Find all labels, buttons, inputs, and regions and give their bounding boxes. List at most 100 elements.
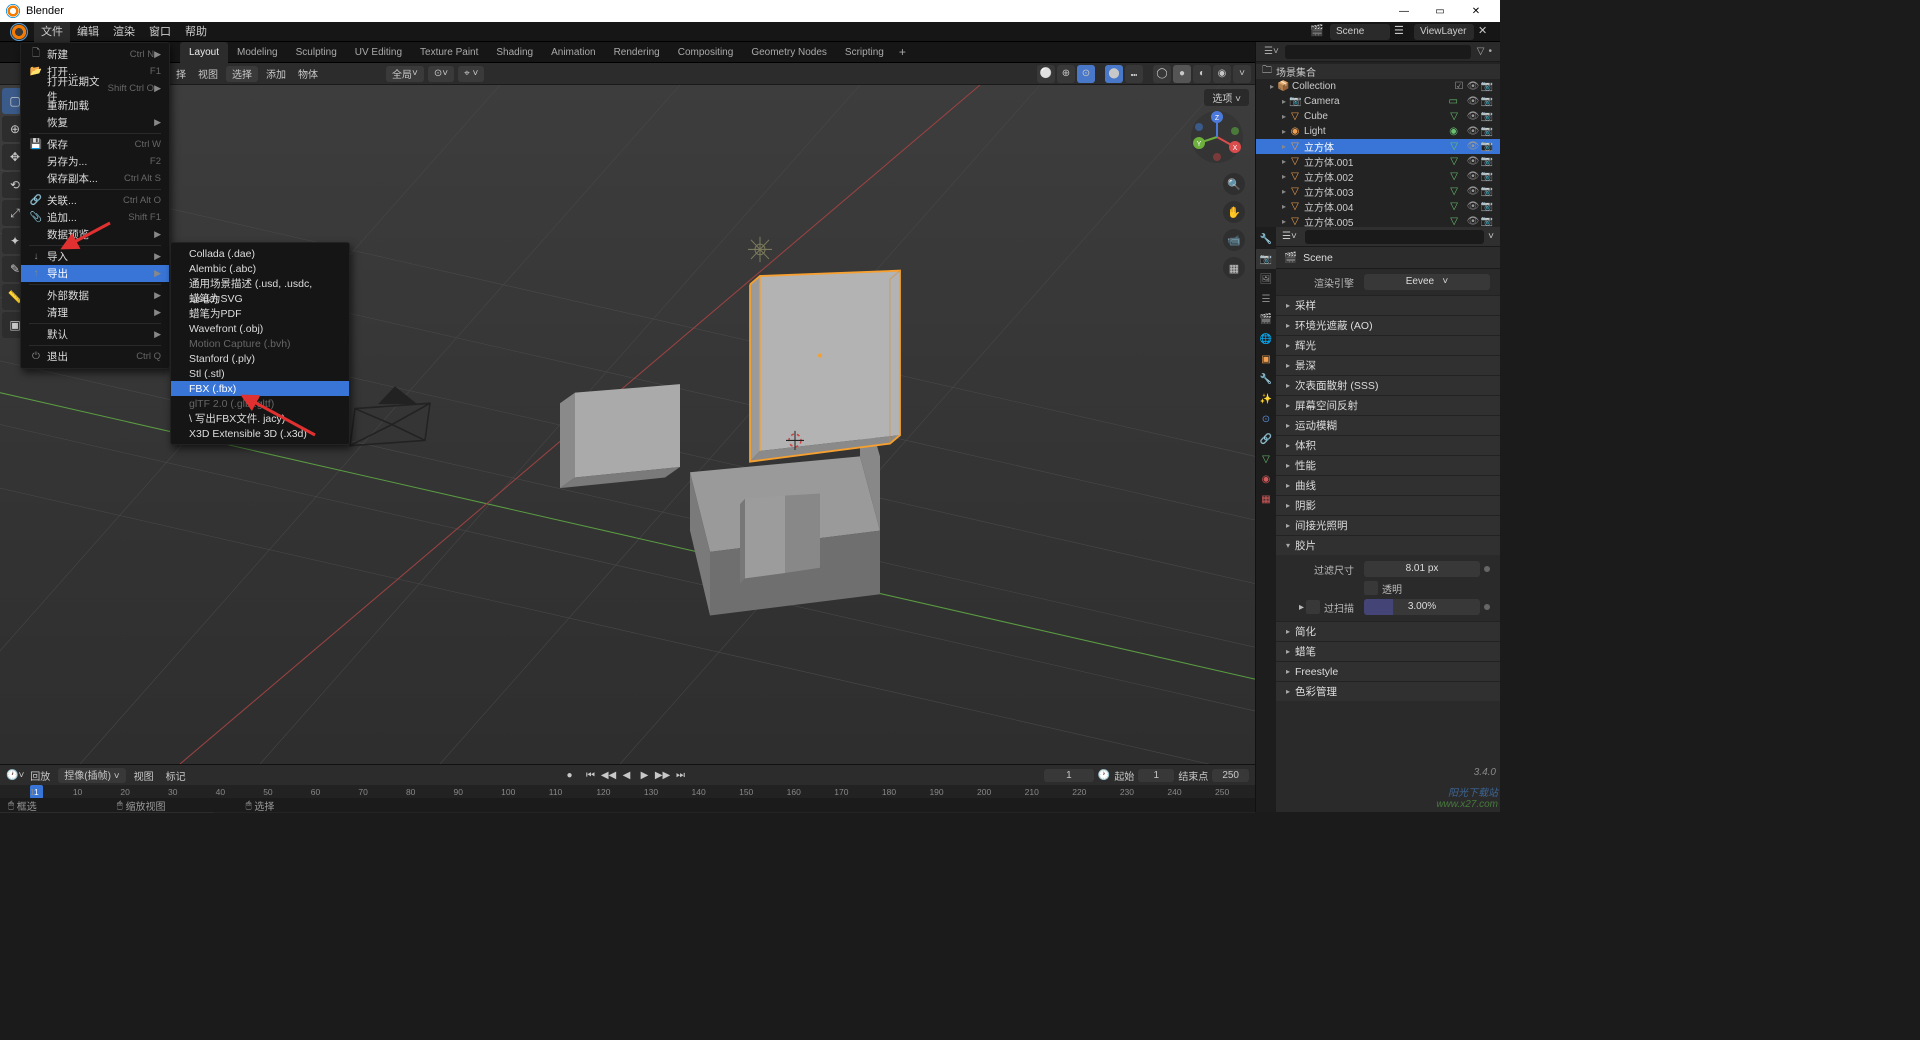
menu-help[interactable]: 帮助 <box>178 22 214 42</box>
ptab-tool[interactable]: 🔧 <box>1256 229 1276 249</box>
ptab-viewlayer[interactable]: ☰ <box>1256 289 1276 309</box>
tab-shading[interactable]: Shading <box>487 42 542 63</box>
menu-render[interactable]: 渲染 <box>106 22 142 42</box>
jump-end[interactable]: ⏭ <box>673 770 689 781</box>
ptab-output[interactable]: 🖼 <box>1256 269 1276 289</box>
props-pin-icon[interactable]: ˅ <box>1488 231 1494 242</box>
outliner-row[interactable]: ▸📷Camera▭👁📷 <box>1256 94 1500 109</box>
tab-compositing[interactable]: Compositing <box>669 42 743 63</box>
file-menu-item[interactable]: 恢复▶ <box>21 114 169 131</box>
export-menu-item[interactable]: Collada (.dae) <box>171 246 349 261</box>
menu-file[interactable]: 文件 <box>34 22 70 42</box>
ptab-texture[interactable]: ▦ <box>1256 489 1276 509</box>
shade-rendered[interactable]: ◉ <box>1213 65 1231 83</box>
hdr-select[interactable]: 选择 <box>226 66 258 82</box>
outliner-type-icon[interactable]: ☰˅ <box>1264 46 1279 57</box>
overscan-value[interactable]: 3.00% <box>1364 599 1480 615</box>
play-rev[interactable]: ◀ <box>619 770 635 781</box>
export-menu-item[interactable]: X3D Extensible 3D (.x3d) <box>171 426 349 441</box>
file-menu-item[interactable]: ⏻退出Ctrl Q <box>21 348 169 365</box>
viewlayer-field[interactable]: ViewLayer <box>1414 24 1474 40</box>
hdr-view[interactable]: 视图 <box>192 66 224 81</box>
panel-header[interactable]: ▸运动模糊 <box>1276 416 1500 435</box>
file-menu-item[interactable]: 重新加载 <box>21 97 169 114</box>
frame-current[interactable]: 1 <box>1044 769 1094 782</box>
panel-header[interactable]: ▸体积 <box>1276 436 1500 455</box>
outliner-row[interactable]: ▸▽立方体.004▽👁📷 <box>1256 199 1500 214</box>
ptab-constraint[interactable]: 🔗 <box>1256 429 1276 449</box>
tab-scripting[interactable]: Scripting <box>836 42 893 63</box>
props-type-icon[interactable]: ☰˅ <box>1282 231 1297 242</box>
outliner-row[interactable]: ▸▽立方体.002▽👁📷 <box>1256 169 1500 184</box>
panel-header[interactable]: ▸蜡笔 <box>1276 642 1500 661</box>
outliner-filter-icon[interactable]: ▽ <box>1477 46 1485 57</box>
hdr-add[interactable]: 添加 <box>260 66 292 81</box>
blender-logo[interactable] <box>10 23 28 41</box>
shade-dropdown[interactable]: ˅ <box>1233 65 1251 83</box>
panel-header[interactable]: ▸阴影 <box>1276 496 1500 515</box>
autokey-toggle[interactable]: ● <box>566 770 572 781</box>
panel-header[interactable]: ▸性能 <box>1276 456 1500 475</box>
ptab-render[interactable]: 📷 <box>1256 249 1276 269</box>
ptab-material[interactable]: ◉ <box>1256 469 1276 489</box>
viewport-options[interactable]: 选项 ˅ <box>1204 89 1249 106</box>
outliner-row[interactable]: ▸▽Cube▽👁📷 <box>1256 109 1500 124</box>
ptab-world[interactable]: 🌐 <box>1256 329 1276 349</box>
camera-icon[interactable]: 📹 <box>1223 229 1245 251</box>
play-fwd[interactable]: ▶ <box>637 770 653 781</box>
ptab-physics[interactable]: ⊙ <box>1256 409 1276 429</box>
ptab-modifier[interactable]: 🔧 <box>1256 369 1276 389</box>
file-menu-item[interactable]: 🔗关联...Ctrl Alt O <box>21 192 169 209</box>
file-menu-item[interactable]: ↓导入▶ <box>21 248 169 265</box>
export-menu-item[interactable]: 蜡笔为PDF <box>171 306 349 321</box>
window-minimize[interactable]: — <box>1386 0 1422 22</box>
panel-header[interactable]: ▸色彩管理 <box>1276 682 1500 701</box>
tab-uvediting[interactable]: UV Editing <box>346 42 411 63</box>
outliner-dot-icon[interactable]: • <box>1488 46 1492 57</box>
keyframe-next[interactable]: ▶▶ <box>655 770 671 781</box>
zoom-icon[interactable]: 🔍 <box>1223 173 1245 195</box>
filter-size-value[interactable]: 8.01 px <box>1364 561 1480 577</box>
export-menu-item[interactable]: Stanford (.ply) <box>171 351 349 366</box>
file-menu-item[interactable]: ↑导出▶ <box>21 265 169 282</box>
shading-xray[interactable]: ⬤ <box>1105 65 1123 83</box>
shade-matprev[interactable]: ◐ <box>1193 65 1211 83</box>
window-close[interactable]: ✕ <box>1458 0 1494 22</box>
overlays-toggle[interactable]: ⊙ <box>1077 65 1095 83</box>
jump-start[interactable]: ⏮ <box>583 770 599 781</box>
export-menu-item[interactable]: Wavefront (.obj) <box>171 321 349 336</box>
outliner-row[interactable]: ▸▽立方体.005▽👁📷 <box>1256 214 1500 227</box>
export-menu-item[interactable]: \ 写出FBX文件. jacy) <box>171 411 349 426</box>
export-menu-item[interactable]: 通用场景描述 (.usd, .usdc, .usda) <box>171 276 349 291</box>
file-menu-item[interactable]: 另存为...F2 <box>21 153 169 170</box>
outliner-row[interactable]: ▸◉Light◉👁📷 <box>1256 124 1500 139</box>
hdr-object[interactable]: 物体 <box>292 66 324 81</box>
panel-header[interactable]: ▸Freestyle <box>1276 662 1500 681</box>
timeline-ruler[interactable]: 1 11020304050607080901001101201301401501… <box>0 785 1255 799</box>
tab-geonodes[interactable]: Geometry Nodes <box>742 42 836 63</box>
tab-animation[interactable]: Animation <box>542 42 604 63</box>
ptab-mesh[interactable]: ▽ <box>1256 449 1276 469</box>
outliner-row[interactable]: ▸▽立方体.001▽👁📷 <box>1256 154 1500 169</box>
hdr-global[interactable]: 全局 ˅ <box>386 66 424 82</box>
menu-window[interactable]: 窗口 <box>142 22 178 42</box>
file-menu-item[interactable]: 📎追加...Shift F1 <box>21 209 169 226</box>
file-menu-item[interactable]: 💾保存Ctrl W <box>21 136 169 153</box>
panel-film[interactable]: ▾胶片 <box>1276 536 1500 555</box>
panel-header[interactable]: ▸辉光 <box>1276 336 1500 355</box>
overscan-checkbox[interactable] <box>1306 600 1320 614</box>
file-menu-item[interactable]: 清理▶ <box>21 304 169 321</box>
export-menu-item[interactable]: 蜡笔为SVG <box>171 291 349 306</box>
file-menu-item[interactable]: 保存副本...Ctrl Alt S <box>21 170 169 187</box>
props-search[interactable] <box>1305 230 1484 244</box>
gizmo-toggle[interactable]: ⊕ <box>1057 65 1075 83</box>
outliner-search[interactable] <box>1285 45 1471 59</box>
viewlayer-remove-icon[interactable]: ✕ <box>1478 24 1494 40</box>
outliner-scene-collection[interactable]: 🗀 场景集合 <box>1256 64 1500 79</box>
shade-solid[interactable]: ● <box>1173 65 1191 83</box>
timeline-type-icon[interactable]: 🕐˅ <box>6 770 24 781</box>
tl-keying[interactable]: 捏像(插帧) ˅ <box>58 768 125 783</box>
scene-field[interactable]: Scene <box>1330 24 1390 40</box>
shade-wire[interactable]: ◯ <box>1153 65 1171 83</box>
overscan-anim-dot[interactable] <box>1484 604 1490 610</box>
